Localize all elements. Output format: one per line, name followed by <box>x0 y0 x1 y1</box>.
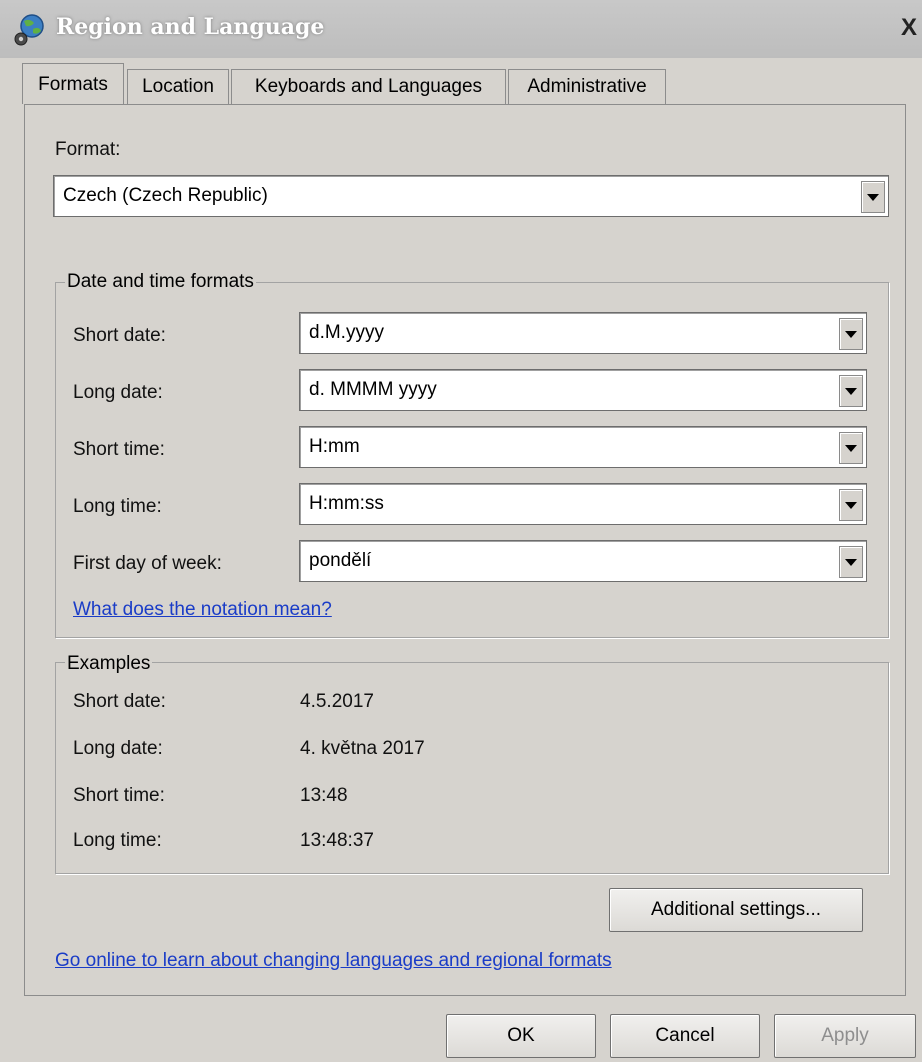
example-short-time-label: Short time: <box>73 785 165 806</box>
online-help-link[interactable]: Go online to learn about changing langua… <box>55 950 612 972</box>
region-language-dialog: Region and Language X Formats Location K… <box>0 0 922 1062</box>
chevron-down-icon[interactable] <box>839 318 863 350</box>
chevron-down-icon[interactable] <box>839 432 863 464</box>
first-day-of-week-label: First day of week: <box>73 553 222 574</box>
title-bar[interactable]: Region and Language X <box>0 0 922 58</box>
short-time-label: Short time: <box>73 439 165 460</box>
examples-group <box>55 662 889 874</box>
date-time-formats-title: Date and time formats <box>65 271 256 293</box>
short-date-label: Short date: <box>73 325 166 346</box>
example-short-time-value: 13:48 <box>300 785 348 806</box>
ok-button[interactable]: OK <box>446 1014 596 1058</box>
additional-settings-button[interactable]: Additional settings... <box>609 888 863 932</box>
chevron-down-icon[interactable] <box>839 375 863 407</box>
short-date-dropdown[interactable]: d.M.yyyy <box>299 312 867 354</box>
long-date-label: Long date: <box>73 382 163 403</box>
chevron-down-icon[interactable] <box>861 181 885 213</box>
tab-keyboards-and-languages[interactable]: Keyboards and Languages <box>231 69 506 104</box>
examples-title: Examples <box>65 653 153 675</box>
example-short-date-value: 4.5.2017 <box>300 691 374 712</box>
chevron-down-icon[interactable] <box>839 546 863 578</box>
example-long-date-value: 4. května 2017 <box>300 738 425 759</box>
first-day-of-week-dropdown[interactable]: pondělí <box>299 540 867 582</box>
long-date-value: d. MMMM yyyy <box>309 379 437 400</box>
tab-formats[interactable]: Formats <box>22 63 124 104</box>
format-dropdown[interactable]: Czech (Czech Republic) <box>53 175 889 217</box>
example-long-time-value: 13:48:37 <box>300 830 374 851</box>
long-date-dropdown[interactable]: d. MMMM yyyy <box>299 369 867 411</box>
example-long-time-label: Long time: <box>73 830 162 851</box>
short-time-value: H:mm <box>309 436 360 457</box>
long-time-value: H:mm:ss <box>309 493 384 514</box>
globe-icon <box>12 12 48 46</box>
tab-location[interactable]: Location <box>127 69 229 104</box>
long-time-dropdown[interactable]: H:mm:ss <box>299 483 867 525</box>
example-short-date-label: Short date: <box>73 691 166 712</box>
window-title: Region and Language <box>56 14 325 40</box>
short-time-dropdown[interactable]: H:mm <box>299 426 867 468</box>
apply-button[interactable]: Apply <box>774 1014 916 1058</box>
cancel-button[interactable]: Cancel <box>610 1014 760 1058</box>
short-date-value: d.M.yyyy <box>309 322 384 343</box>
format-value: Czech (Czech Republic) <box>63 185 268 206</box>
format-label-text: Format: <box>55 139 121 160</box>
formats-tab-panel: Format: Czech (Czech Republic) Date and … <box>24 104 906 996</box>
close-icon[interactable]: X <box>896 14 922 42</box>
first-day-of-week-value: pondělí <box>309 550 372 571</box>
format-label: Format: <box>55 139 120 161</box>
tab-administrative[interactable]: Administrative <box>508 69 666 104</box>
chevron-down-icon[interactable] <box>839 489 863 521</box>
long-time-label: Long time: <box>73 496 162 517</box>
notation-help-link[interactable]: What does the notation mean? <box>73 599 332 621</box>
example-long-date-label: Long date: <box>73 738 163 759</box>
